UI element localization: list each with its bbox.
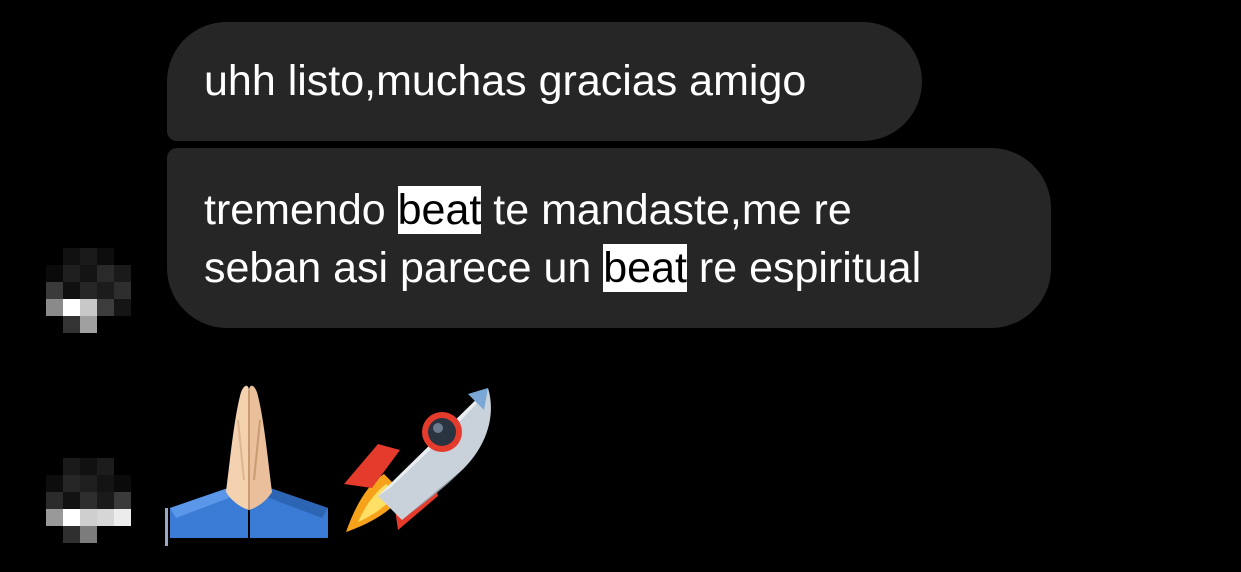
avatar-pixel	[46, 492, 63, 509]
avatar-pixel	[114, 265, 131, 282]
message-line: seban asi parece un beat re espiritual	[204, 239, 1051, 297]
rocket-icon[interactable]	[338, 384, 498, 536]
avatar-pixel	[97, 509, 114, 526]
avatar-pixel	[114, 299, 131, 316]
folded-hands-icon[interactable]	[168, 380, 330, 538]
avatar-pixel	[97, 492, 114, 509]
avatar-pixel	[80, 299, 97, 316]
avatar-pixel	[63, 265, 80, 282]
avatar-pixel	[97, 316, 114, 333]
avatar-pixel	[97, 526, 114, 543]
avatar-pixel	[97, 475, 114, 492]
message-text: uhh listo,muchas gracias amigo	[204, 57, 807, 105]
avatar-pixel	[63, 475, 80, 492]
avatar-pixel	[97, 458, 114, 475]
avatar-pixel	[46, 316, 63, 333]
avatar-pixel	[63, 248, 80, 265]
avatar-pixel	[114, 526, 131, 543]
search-highlight: beat	[603, 244, 687, 292]
avatar-pixel	[114, 492, 131, 509]
avatar-pixel	[63, 316, 80, 333]
avatar-pixel	[114, 475, 131, 492]
avatar-pixel	[80, 475, 97, 492]
avatar-pixel	[46, 282, 63, 299]
avatar-pixel	[63, 299, 80, 316]
avatar-pixel	[97, 282, 114, 299]
avatar-pixel	[46, 248, 63, 265]
avatar-pixel	[63, 526, 80, 543]
message-text: te mandaste,me re	[481, 186, 852, 234]
avatar-pixel	[80, 492, 97, 509]
message-bubble[interactable]: tremendo beat te mandaste,me re seban as…	[167, 148, 1051, 328]
message-line: tremendo beat te mandaste,me re	[204, 181, 1051, 239]
message-bubble[interactable]: uhh listo,muchas gracias amigo	[167, 22, 922, 141]
avatar-pixel	[114, 458, 131, 475]
sender-avatar[interactable]	[46, 458, 131, 543]
avatar-pixel	[63, 509, 80, 526]
avatar-pixel	[80, 509, 97, 526]
message-text: re espiritual	[686, 244, 922, 292]
avatar-pixel	[114, 509, 131, 526]
message-text: tremendo	[204, 186, 398, 234]
search-highlight: beat	[397, 186, 482, 234]
avatar-pixel	[46, 265, 63, 282]
avatar-pixel	[114, 282, 131, 299]
avatar-pixel	[46, 458, 63, 475]
avatar-pixel	[63, 282, 80, 299]
avatar-pixel	[46, 299, 63, 316]
message-text: seban asi parece un	[204, 244, 604, 292]
avatar-pixel	[114, 316, 131, 333]
avatar-pixel	[97, 265, 114, 282]
avatar-pixel	[97, 299, 114, 316]
avatar-pixel	[46, 526, 63, 543]
avatar-pixel	[80, 265, 97, 282]
avatar-pixel	[80, 316, 97, 333]
avatar-pixel	[80, 458, 97, 475]
avatar-pixel	[80, 282, 97, 299]
avatar-pixel	[63, 458, 80, 475]
avatar-pixel	[80, 248, 97, 265]
avatar-pixel	[46, 509, 63, 526]
avatar-pixel	[80, 526, 97, 543]
avatar-pixel	[46, 475, 63, 492]
avatar-pixel	[97, 248, 114, 265]
avatar-pixel	[63, 492, 80, 509]
sender-avatar[interactable]	[46, 248, 131, 333]
avatar-pixel	[114, 248, 131, 265]
